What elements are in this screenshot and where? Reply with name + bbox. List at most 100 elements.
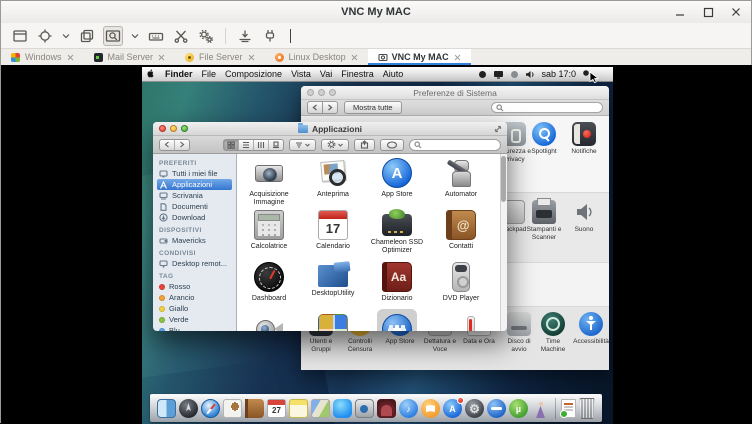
wizard-app-icon[interactable]: [531, 399, 550, 418]
menu-item-composizione[interactable]: Composizione: [225, 69, 282, 79]
icon-view-icon[interactable]: [224, 140, 238, 150]
record-dot-icon[interactable]: [478, 70, 487, 79]
tab-file-server[interactable]: File Server: [175, 49, 265, 65]
calendar-icon[interactable]: 27: [267, 399, 286, 418]
tab-close-icon[interactable]: [158, 54, 165, 61]
tab-linux-desktop[interactable]: Linux Desktop: [265, 49, 368, 65]
pref-stampanti[interactable]: Stampanti e Scanner: [522, 200, 566, 241]
minimize-icon[interactable]: [673, 5, 687, 19]
tab-vnc-my-mac[interactable]: VNC My MAC: [368, 49, 471, 65]
app-item[interactable]: Anteprima: [301, 158, 365, 207]
window-titlebar[interactable]: VNC My MAC: [1, 1, 751, 24]
apple-icon[interactable]: [147, 69, 156, 79]
scrollbar[interactable]: [500, 154, 507, 331]
finder-icon[interactable]: [157, 399, 176, 418]
finder-traffic-lights[interactable]: [159, 125, 188, 132]
sidebar-item-applicazioni[interactable]: Applicazioni: [157, 179, 232, 190]
forward-icon[interactable]: [174, 140, 189, 150]
app-item[interactable]: 17Calendario: [301, 210, 365, 255]
finder-search[interactable]: [409, 139, 501, 151]
notes-icon[interactable]: [289, 399, 308, 418]
view-switcher[interactable]: [223, 139, 284, 151]
arrange-button[interactable]: [289, 139, 316, 151]
zoom-window-icon[interactable]: [181, 125, 188, 132]
sphere-icon[interactable]: [510, 70, 519, 79]
action-gear-button[interactable]: [321, 139, 349, 151]
app-item[interactable]: [301, 314, 365, 331]
scaled-mode-menu-chevron-icon[interactable]: [130, 27, 140, 45]
app-item[interactable]: AaDizionario: [365, 262, 429, 303]
list-view-icon[interactable]: [238, 140, 253, 150]
menu-item-vai[interactable]: Vai: [320, 69, 332, 79]
scrollbar-thumb[interactable]: [501, 156, 506, 202]
sidebar-tag-rosso[interactable]: Rosso: [157, 281, 236, 292]
facetime-icon[interactable]: [355, 399, 374, 418]
finder-window[interactable]: Applicazioni: [153, 122, 507, 330]
pref-suono[interactable]: Suono: [562, 200, 606, 234]
app-item[interactable]: DVD Player: [429, 262, 493, 303]
tags-button[interactable]: [380, 139, 404, 151]
tab-windows[interactable]: Windows: [1, 49, 84, 65]
app-item[interactable]: Acquisizione Immagine: [237, 158, 301, 207]
system-preferences-icon[interactable]: ⚙: [465, 399, 484, 418]
dumbbell-app-icon[interactable]: [487, 399, 506, 418]
back-icon[interactable]: [160, 140, 174, 150]
app-store-icon[interactable]: A: [443, 399, 462, 418]
expand-window-icon[interactable]: [494, 125, 502, 133]
show-all-button[interactable]: Mostra tutte: [344, 101, 402, 114]
app-item[interactable]: Dashboard: [237, 262, 301, 303]
tab-mail-server[interactable]: Mail Server: [84, 49, 176, 65]
launchpad-icon[interactable]: [179, 399, 198, 418]
app-item[interactable]: @Contatti: [429, 210, 493, 255]
pref-notifiche[interactable]: Notifiche: [562, 122, 606, 156]
menu-item-finder[interactable]: Finder: [165, 69, 193, 79]
app-item[interactable]: [237, 314, 301, 331]
sidebar-item-desktop-remoto[interactable]: Desktop remot...: [157, 258, 236, 269]
menubar-clock[interactable]: sab 17:0: [541, 69, 576, 79]
sysprefs-titlebar[interactable]: Preferenze di Sistema: [301, 86, 609, 100]
close-window-icon[interactable]: [159, 125, 166, 132]
photo-booth-icon[interactable]: [377, 399, 396, 418]
sysprefs-search-input[interactable]: [507, 103, 598, 112]
menu-item-aiuto[interactable]: Aiuto: [383, 69, 404, 79]
menu-item-finestra[interactable]: Finestra: [341, 69, 374, 79]
document-icon[interactable]: [561, 399, 576, 418]
fit-window-icon[interactable]: [36, 27, 54, 45]
app-item[interactable]: AApp Store: [365, 158, 429, 207]
close-icon[interactable]: [729, 5, 743, 19]
finder-nav-buttons[interactable]: [159, 139, 190, 151]
sidebar-item-scrivania[interactable]: Scrivania: [157, 190, 236, 201]
coverflow-view-icon[interactable]: [268, 140, 283, 150]
tab-close-icon[interactable]: [454, 54, 461, 61]
sidebar-item-download[interactable]: Download: [157, 212, 236, 223]
pref-accessibilita[interactable]: Accessibilità: [571, 312, 609, 346]
screenshot-icon[interactable]: [236, 27, 254, 45]
sidebar-item-tutti-i-miei-file[interactable]: Tutti i miei file: [157, 168, 236, 179]
itunes-icon[interactable]: ♪: [399, 399, 418, 418]
safari-icon[interactable]: [201, 399, 220, 418]
finder-search-input[interactable]: [425, 140, 496, 149]
maximize-icon[interactable]: [701, 5, 715, 19]
share-button[interactable]: [354, 139, 375, 151]
app-item[interactable]: Chameleon SSD Optimizer: [365, 210, 429, 255]
duplicate-connection-icon[interactable]: [78, 27, 96, 45]
utorrent-icon[interactable]: µ: [509, 399, 528, 418]
sidebar-tag-verde[interactable]: Verde: [157, 314, 236, 325]
pref-spotlight[interactable]: Spotlight: [522, 122, 566, 156]
app-item-selected[interactable]: [365, 314, 429, 331]
mail-icon[interactable]: [223, 399, 242, 418]
fullscreen-icon[interactable]: [11, 27, 29, 45]
keyboard-grab-icon[interactable]: [147, 27, 165, 45]
scaled-mode-icon[interactable]: [103, 26, 123, 46]
sidebar-item-mavericks[interactable]: Mavericks: [157, 235, 236, 246]
menu-item-file[interactable]: File: [202, 69, 217, 79]
tab-close-icon[interactable]: [351, 54, 358, 61]
sidebar-item-documenti[interactable]: Documenti: [157, 201, 236, 212]
sidebar-tag-blu[interactable]: Blu: [157, 325, 236, 331]
sysprefs-search[interactable]: [491, 102, 603, 113]
tab-close-icon[interactable]: [67, 54, 74, 61]
disconnect-plug-icon[interactable]: [261, 27, 279, 45]
ibooks-icon[interactable]: [421, 399, 440, 418]
displays-icon[interactable]: [493, 70, 504, 79]
column-view-icon[interactable]: [253, 140, 268, 150]
